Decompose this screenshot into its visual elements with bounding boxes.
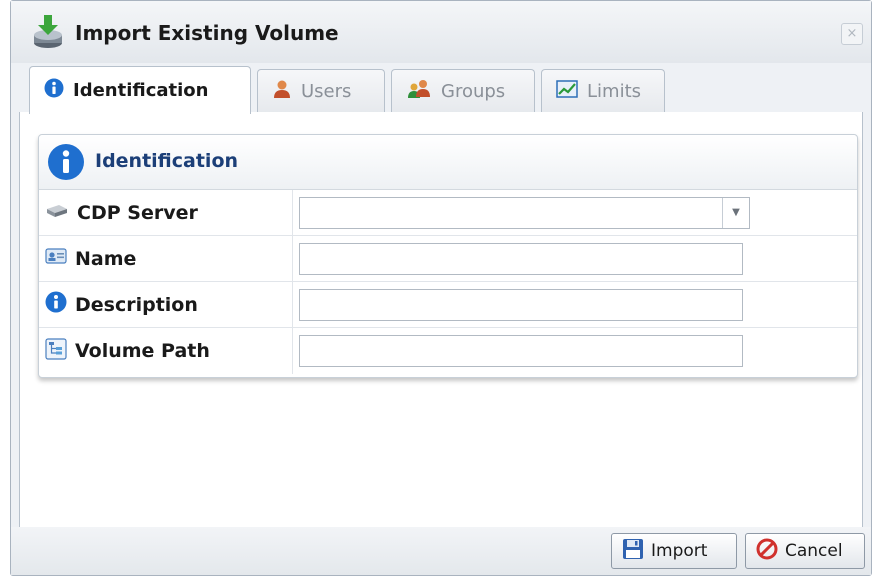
group-icon	[406, 79, 432, 104]
import-button-label: Import	[651, 541, 708, 561]
description-label: Description	[75, 293, 198, 316]
tab-users[interactable]: Users	[257, 69, 385, 113]
import-volume-dialog: Import Existing Volume × Identification …	[10, 0, 872, 576]
name-label-cell: Name	[39, 236, 293, 281]
name-field[interactable]	[299, 243, 743, 275]
tab-limits[interactable]: Limits	[541, 69, 665, 113]
info-icon	[47, 143, 85, 185]
form-row-cdp-server: CDP Server ▼	[39, 190, 857, 236]
tab-label: Limits	[587, 81, 641, 102]
chart-icon	[556, 79, 578, 104]
description-field[interactable]	[299, 289, 743, 321]
close-button[interactable]: ×	[841, 23, 863, 45]
name-label: Name	[75, 247, 137, 270]
tab-groups[interactable]: Groups	[391, 69, 535, 113]
tab-content: Identification CDP Server ▼ Name Descrip…	[19, 112, 863, 528]
tree-path-icon	[45, 337, 67, 365]
panel-header: Identification	[39, 135, 857, 190]
form-row-name: Name	[39, 236, 857, 282]
name-card-icon	[45, 247, 67, 270]
no-entry-icon	[756, 538, 778, 565]
info-icon	[45, 291, 67, 318]
dialog-title: Import Existing Volume	[75, 21, 339, 45]
identification-panel: Identification CDP Server ▼ Name Descrip…	[38, 134, 858, 378]
tab-label: Users	[301, 81, 352, 102]
cancel-button-label: Cancel	[785, 541, 843, 561]
user-icon	[272, 79, 292, 104]
tab-label: Groups	[441, 81, 506, 102]
dialog-footer: Import Cancel	[11, 527, 871, 575]
cdp-server-label: CDP Server	[77, 201, 198, 224]
download-disk-icon	[29, 13, 67, 51]
dialog-titlebar: Import Existing Volume ×	[11, 1, 871, 63]
info-icon	[44, 78, 64, 103]
tab-identification[interactable]: Identification	[29, 66, 251, 114]
chevron-down-icon[interactable]: ▼	[722, 198, 749, 228]
form-row-description: Description	[39, 282, 857, 328]
import-button[interactable]: Import	[611, 533, 737, 569]
cdp-server-select[interactable]: ▼	[299, 197, 750, 229]
cancel-button[interactable]: Cancel	[745, 533, 865, 569]
cdp-server-label-cell: CDP Server	[39, 190, 293, 235]
volume-path-label-cell: Volume Path	[39, 328, 293, 374]
form-row-volume-path: Volume Path	[39, 328, 857, 374]
panel-title: Identification	[95, 150, 239, 172]
volume-path-label: Volume Path	[75, 340, 210, 362]
volume-path-field[interactable]	[299, 335, 743, 367]
server-icon	[45, 202, 69, 224]
tab-strip: Identification Users Groups Limits	[19, 63, 863, 114]
description-label-cell: Description	[39, 282, 293, 327]
tab-label: Identification	[73, 80, 209, 101]
floppy-disk-icon	[622, 538, 644, 565]
